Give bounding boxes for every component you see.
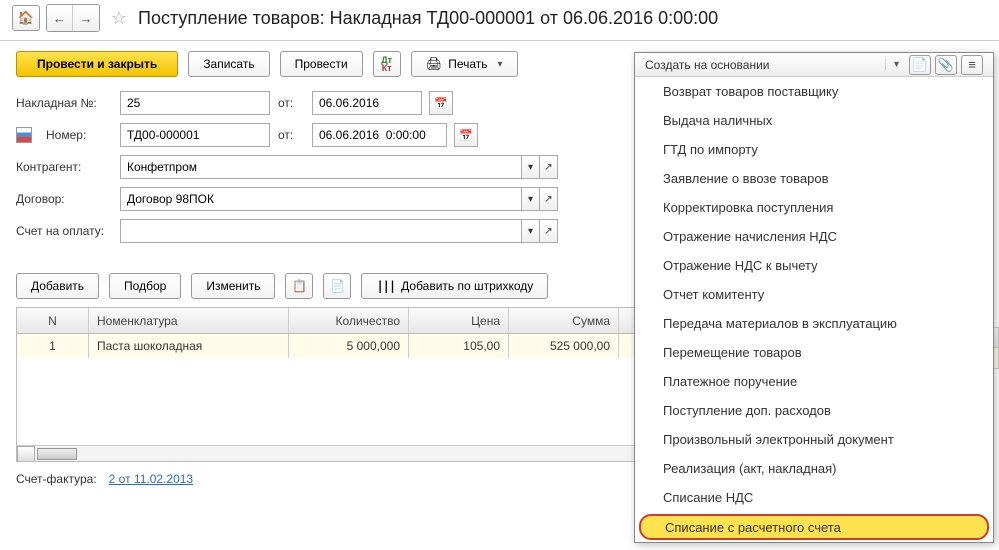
attach-icon[interactable]: 📎 bbox=[935, 55, 957, 75]
dropdown-icon[interactable]: ▾ bbox=[522, 187, 540, 211]
dropdown-item[interactable]: Реализация (акт, накладная) bbox=[635, 454, 993, 483]
dropdown-item[interactable]: Списание НДС bbox=[635, 483, 993, 512]
dropdown-item[interactable]: Отражение начисления НДС bbox=[635, 222, 993, 251]
payment-account-field[interactable] bbox=[120, 219, 522, 243]
chevron-down-icon: ▾ bbox=[885, 59, 901, 70]
create-based-label: Создать на основании bbox=[645, 58, 770, 72]
post-and-close-button[interactable]: Провести и закрыть bbox=[16, 51, 178, 77]
flag-icon bbox=[16, 127, 32, 143]
cell-qty: 5 000,000 bbox=[289, 334, 409, 358]
payment-account-combo[interactable]: ▾ ↗ bbox=[120, 219, 558, 243]
invoice-footer-link[interactable]: 2 от 11.02.2013 bbox=[109, 472, 193, 486]
dtkt-button[interactable]: ДтКт bbox=[373, 51, 401, 77]
col-header-item[interactable]: Номенклатура bbox=[89, 308, 289, 333]
number-label: Номер: bbox=[46, 128, 112, 142]
dropdown-item[interactable]: Отчет комитенту bbox=[635, 280, 993, 309]
record-button[interactable]: Записать bbox=[188, 51, 269, 77]
dropdown-item[interactable]: Передача материалов в эксплуатацию bbox=[635, 309, 993, 338]
col-header-n[interactable]: N bbox=[17, 308, 89, 333]
dropdown-item[interactable]: Перемещение товаров bbox=[635, 338, 993, 367]
dtkt-icon: ДтКт bbox=[381, 56, 392, 72]
calendar-button-2[interactable]: 📅 bbox=[454, 123, 478, 147]
home-button[interactable]: 🏠 bbox=[12, 5, 40, 31]
dropdown-item[interactable]: Возврат товаров поставщику bbox=[635, 77, 993, 106]
open-icon[interactable]: ↗ bbox=[540, 187, 558, 211]
col-header-price[interactable]: Цена bbox=[409, 308, 509, 333]
counterparty-combo[interactable]: ▾ ↗ bbox=[120, 155, 558, 179]
cell-price: 105,00 bbox=[409, 334, 509, 358]
cell-item: Паста шоколадная bbox=[89, 334, 289, 358]
dropdown-item[interactable]: Списание с расчетного счета bbox=[639, 514, 989, 540]
cell-sum: 525 000,00 bbox=[509, 334, 619, 358]
add-button[interactable]: Добавить bbox=[16, 273, 99, 299]
select-button[interactable]: Подбор bbox=[109, 273, 181, 299]
cell-n: 1 bbox=[17, 334, 89, 358]
add-barcode-label: Добавить по штрихкоду bbox=[401, 279, 533, 293]
dropdown-item[interactable]: Платежное поручение bbox=[635, 367, 993, 396]
counterparty-field[interactable] bbox=[120, 155, 522, 179]
dropdown-item[interactable]: Поступление доп. расходов bbox=[635, 396, 993, 425]
invoice-date-field[interactable] bbox=[312, 91, 422, 115]
col-header-sum[interactable]: Сумма bbox=[509, 308, 619, 333]
invoice-no-label: Накладная №: bbox=[16, 96, 112, 110]
print-button[interactable]: 🖨 Печать bbox=[411, 51, 518, 77]
col-header-qty[interactable]: Количество bbox=[289, 308, 409, 333]
favorite-button[interactable]: ☆ bbox=[106, 5, 132, 31]
dropdown-item[interactable]: ГТД по импорту bbox=[635, 135, 993, 164]
print-label: Печать bbox=[448, 57, 487, 71]
invoice-no-field[interactable] bbox=[120, 91, 270, 115]
contract-label: Договор: bbox=[16, 192, 112, 206]
paste-button[interactable]: 📄 bbox=[323, 273, 351, 299]
dropdown-item[interactable]: Корректировка поступления bbox=[635, 193, 993, 222]
from-label-1: от: bbox=[278, 96, 304, 110]
number-field[interactable] bbox=[120, 123, 270, 147]
create-based-dropdown: Создать на основании ▾ 📄 📎 ≡ Возврат тов… bbox=[634, 52, 994, 543]
back-button[interactable]: ← bbox=[47, 5, 73, 31]
dropdown-item[interactable]: Произвольный электронный документ bbox=[635, 425, 993, 454]
create-based-header[interactable]: Создать на основании ▾ 📄 📎 ≡ bbox=[635, 53, 993, 77]
doc-icon[interactable]: 📄 bbox=[909, 55, 931, 75]
add-barcode-button[interactable]: ||| Добавить по штрихкоду bbox=[361, 273, 548, 299]
nav-group: ← → bbox=[46, 4, 100, 32]
open-icon[interactable]: ↗ bbox=[540, 155, 558, 179]
printer-icon: 🖨 bbox=[426, 56, 443, 72]
page-title: Поступление товаров: Накладная ТД00-0000… bbox=[138, 8, 718, 29]
number-date-field[interactable] bbox=[312, 123, 447, 147]
contract-field[interactable] bbox=[120, 187, 522, 211]
open-icon[interactable]: ↗ bbox=[540, 219, 558, 243]
dropdown-icon[interactable]: ▾ bbox=[522, 219, 540, 243]
invoice-footer-label: Счет-фактура: bbox=[16, 472, 97, 486]
post-button[interactable]: Провести bbox=[280, 51, 363, 77]
payment-account-label: Счет на оплату: bbox=[16, 224, 112, 238]
copy-button[interactable]: 📋 bbox=[285, 273, 313, 299]
counterparty-label: Контрагент: bbox=[16, 160, 112, 174]
dropdown-icon[interactable]: ▾ bbox=[522, 155, 540, 179]
barcode-icon: ||| bbox=[376, 279, 395, 293]
dropdown-item[interactable]: Заявление о ввозе товаров bbox=[635, 164, 993, 193]
list-icon[interactable]: ≡ bbox=[961, 55, 983, 75]
from-label-2: от: bbox=[278, 128, 304, 142]
contract-combo[interactable]: ▾ ↗ bbox=[120, 187, 558, 211]
dropdown-item[interactable]: Выдача наличных bbox=[635, 106, 993, 135]
scroll-thumb[interactable] bbox=[37, 448, 77, 460]
dropdown-item[interactable]: Отражение НДС к вычету bbox=[635, 251, 993, 280]
forward-button[interactable]: → bbox=[73, 5, 99, 31]
calendar-button-1[interactable]: 📅 bbox=[429, 91, 453, 115]
edit-button[interactable]: Изменить bbox=[191, 273, 275, 299]
